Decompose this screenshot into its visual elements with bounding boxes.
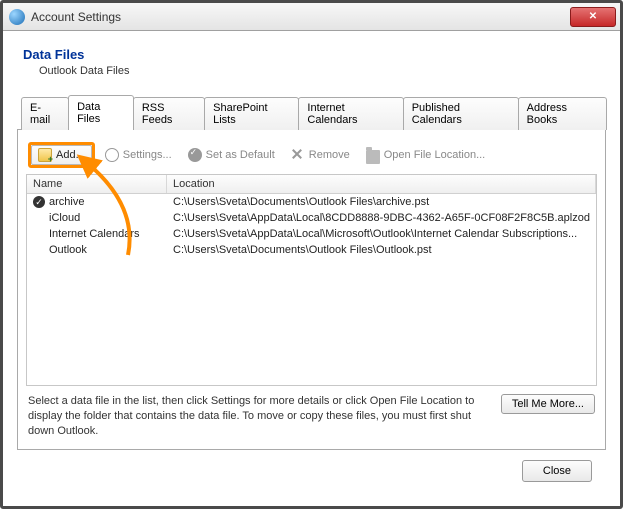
toolbar: Add... Settings... Set as Default Remove… <box>26 138 597 174</box>
add-label: Add... <box>56 149 85 161</box>
list-row[interactable]: Internet Calendars C:\Users\Sveta\AppDat… <box>27 226 596 242</box>
column-name[interactable]: Name <box>27 175 167 193</box>
tab-email[interactable]: E-mail <box>21 97 69 130</box>
list-row[interactable]: ✓archive C:\Users\Sveta\Documents\Outloo… <box>27 194 596 210</box>
tab-rss-feeds[interactable]: RSS Feeds <box>133 97 205 130</box>
note-text: Select a data file in the list, then cli… <box>28 394 491 439</box>
tab-data-files[interactable]: Data Files <box>68 95 134 130</box>
note-row: Select a data file in the list, then cli… <box>26 386 597 441</box>
list-row[interactable]: Outlook C:\Users\Sveta\Documents\Outlook… <box>27 242 596 258</box>
remove-button[interactable]: Remove <box>285 146 356 164</box>
list-header: Name Location <box>27 175 596 194</box>
tab-content: Add... Settings... Set as Default Remove… <box>17 130 606 450</box>
window-title: Account Settings <box>31 10 570 24</box>
tab-published-calendars[interactable]: Published Calendars <box>403 97 519 130</box>
tell-me-more-button[interactable]: Tell Me More... <box>501 394 595 414</box>
column-location[interactable]: Location <box>167 175 596 193</box>
tab-internet-calendars[interactable]: Internet Calendars <box>298 97 403 130</box>
default-check-icon: ✓ <box>33 196 45 208</box>
open-file-location-button[interactable]: Open File Location... <box>360 145 492 166</box>
data-files-list: Name Location ✓archive C:\Users\Sveta\Do… <box>26 174 597 386</box>
add-button[interactable]: Add... <box>31 145 92 165</box>
tab-row: E-mail Data Files RSS Feeds SharePoint L… <box>17 95 606 130</box>
tab-sharepoint-lists[interactable]: SharePoint Lists <box>204 97 299 130</box>
add-icon <box>38 148 52 162</box>
close-icon: ✕ <box>589 12 597 22</box>
set-default-button[interactable]: Set as Default <box>182 146 281 164</box>
titlebar: Account Settings ✕ <box>3 3 620 31</box>
window-close-button[interactable]: ✕ <box>570 7 616 27</box>
settings-button[interactable]: Settings... <box>99 146 178 164</box>
remove-label: Remove <box>309 149 350 161</box>
footer: Close <box>17 450 606 496</box>
remove-icon <box>291 148 305 162</box>
folder-icon <box>366 150 380 164</box>
app-icon <box>9 9 25 25</box>
list-row[interactable]: iCloud C:\Users\Sveta\AppData\Local\8CDD… <box>27 210 596 226</box>
section-title: Data Files <box>23 47 606 62</box>
client-area: Data Files Outlook Data Files E-mail Dat… <box>3 31 620 506</box>
section-subtitle: Outlook Data Files <box>39 65 606 77</box>
close-button[interactable]: Close <box>522 460 592 482</box>
tab-address-books[interactable]: Address Books <box>518 97 607 130</box>
list-body: ✓archive C:\Users\Sveta\Documents\Outloo… <box>27 194 596 385</box>
gear-icon <box>105 148 119 162</box>
set-default-label: Set as Default <box>206 149 275 161</box>
highlight-add: Add... <box>28 142 95 168</box>
settings-label: Settings... <box>123 149 172 161</box>
open-location-label: Open File Location... <box>384 149 486 161</box>
check-icon <box>188 148 202 162</box>
